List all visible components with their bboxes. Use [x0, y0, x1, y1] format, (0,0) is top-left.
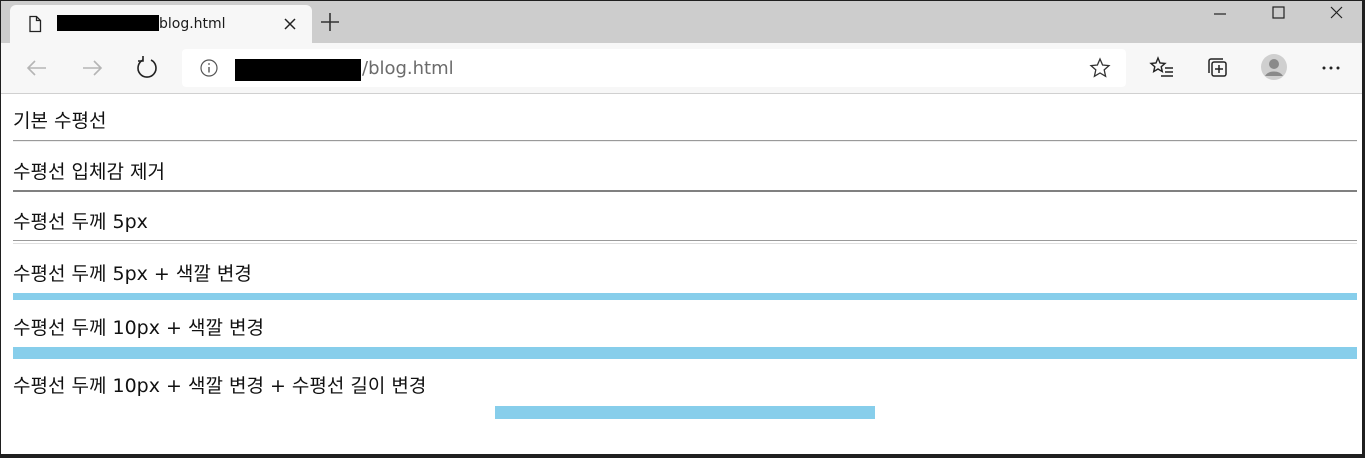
section-label-noshade-hr: 수평선 입체감 제거	[13, 161, 165, 183]
window-close-icon[interactable]	[1316, 3, 1356, 25]
horizontal-rule-5px	[13, 240, 1357, 244]
address-bar[interactable]: /blog.html	[182, 49, 1126, 87]
section-label-basic-hr: 기본 수평선	[13, 110, 107, 132]
horizontal-rule-5px-color	[13, 293, 1357, 300]
page-content: 기본 수평선 수평선 입체감 제거 수평선 두께 5px 수평선 두께 5px …	[1, 94, 1362, 454]
section-label-5px-hr: 수평선 두께 5px	[13, 211, 148, 233]
collections-icon[interactable]	[1205, 55, 1231, 81]
browser-window: blog.html /blog.html 기본 수평선 수평선 입체감 제거 수…	[1, 1, 1362, 454]
arrow-left-icon[interactable]	[24, 55, 50, 81]
section-label-5px-color-hr: 수평선 두께 5px + 색깔 변경	[13, 263, 252, 285]
browser-tab[interactable]: blog.html	[10, 5, 312, 43]
horizontal-rule-10px-color	[13, 347, 1357, 359]
favorites-icon[interactable]	[1149, 55, 1175, 81]
maximize-icon[interactable]	[1258, 3, 1298, 25]
page-icon	[29, 15, 42, 33]
star-icon[interactable]	[1089, 57, 1111, 79]
close-icon[interactable]	[280, 14, 300, 34]
info-icon[interactable]	[199, 58, 219, 78]
horizontal-rule-default	[13, 140, 1357, 142]
refresh-icon[interactable]	[134, 55, 160, 81]
section-label-10px-color-hr: 수평선 두께 10px + 색깔 변경	[13, 317, 264, 339]
more-icon[interactable]	[1318, 55, 1344, 81]
section-label-10px-color-width-hr: 수평선 두께 10px + 색깔 변경 + 수평선 길이 변경	[13, 375, 427, 397]
redacted-tab-text	[57, 15, 159, 31]
new-tab-icon[interactable]	[319, 11, 341, 33]
profile-icon[interactable]	[1260, 53, 1288, 81]
horizontal-rule-noshade	[13, 190, 1357, 192]
url-text: /blog.html	[362, 58, 454, 79]
redacted-url	[235, 59, 361, 81]
horizontal-rule-10px-color-width	[495, 406, 875, 419]
title-bar: blog.html	[1, 1, 1362, 43]
arrow-right-icon[interactable]	[79, 55, 105, 81]
minimize-icon[interactable]	[1200, 3, 1240, 25]
browser-toolbar: /blog.html	[1, 43, 1362, 94]
tab-title: blog.html	[159, 16, 226, 32]
